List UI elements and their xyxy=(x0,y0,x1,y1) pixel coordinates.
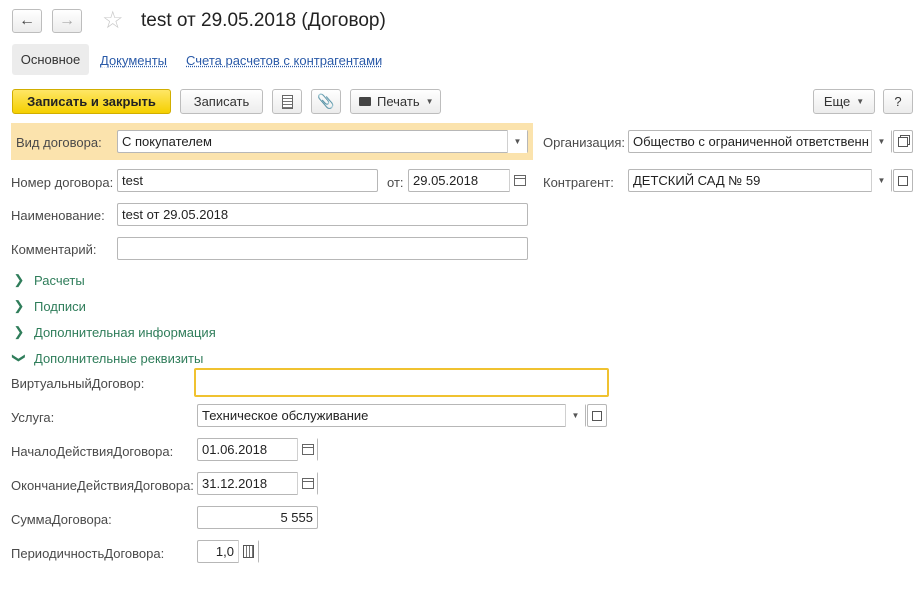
section-additional-props[interactable]: ❯ Дополнительные реквизиты xyxy=(12,350,203,366)
favorite-star-icon[interactable]: ☆ xyxy=(102,6,124,35)
end-date-value: 31.12.2018 xyxy=(202,476,268,491)
calendar-icon xyxy=(513,175,526,186)
contract-type-value: С покупателем xyxy=(122,134,212,149)
chevron-down-icon: ▼ xyxy=(877,176,886,185)
chevron-right-icon: ❯ xyxy=(13,272,25,287)
service-open-button[interactable] xyxy=(587,404,607,427)
contract-number-input[interactable]: test xyxy=(117,169,378,192)
section-signatures[interactable]: ❯ Подписи xyxy=(12,298,86,314)
service-label: Услуга: xyxy=(11,410,55,425)
calculator-icon xyxy=(243,545,254,558)
calendar-icon xyxy=(301,478,314,489)
virtual-contract-input[interactable] xyxy=(194,368,609,397)
tab-documents[interactable]: Документы xyxy=(100,53,167,68)
save-button[interactable]: Записать xyxy=(180,89,263,114)
contract-type-label: Вид договора: xyxy=(16,135,102,150)
counterparty-select[interactable]: ДЕТСКИЙ САД № 59 xyxy=(628,169,892,192)
calendar-icon xyxy=(301,444,314,455)
arrow-left-icon: ← xyxy=(19,12,35,29)
contract-number-label: Номер договора: xyxy=(11,175,114,190)
organization-label: Организация: xyxy=(543,135,626,150)
periodicity-label: ПериодичностьДоговора: xyxy=(11,546,165,561)
start-date-calendar-button[interactable] xyxy=(297,438,317,461)
arrow-right-icon: → xyxy=(59,12,75,29)
printer-icon xyxy=(359,97,371,106)
document-list-button[interactable] xyxy=(272,89,302,114)
chevron-down-icon: ▼ xyxy=(877,137,886,146)
chevron-down-icon: ▼ xyxy=(425,97,434,106)
contract-type-select[interactable]: С покупателем xyxy=(117,130,528,153)
comment-input[interactable] xyxy=(117,237,528,260)
contract-type-dropdown-button[interactable]: ▼ xyxy=(507,130,527,153)
section-additional-info[interactable]: ❯ Дополнительная информация xyxy=(12,324,216,340)
counterparty-value: ДЕТСКИЙ САД № 59 xyxy=(633,173,761,188)
chevron-right-icon: ❯ xyxy=(13,298,25,313)
contract-sum-label: СуммаДоговора: xyxy=(11,512,112,527)
chevron-down-icon: ❯ xyxy=(12,352,27,364)
more-button[interactable]: Еще ▼ xyxy=(813,89,875,114)
name-value: test от 29.05.2018 xyxy=(122,207,229,222)
help-button[interactable]: ? xyxy=(883,89,913,114)
service-select[interactable]: Техническое обслуживание xyxy=(197,404,586,427)
chevron-down-icon: ▼ xyxy=(856,97,865,106)
organization-value: Общество с ограниченной ответственн xyxy=(633,134,869,149)
periodicity-value: 1,0 xyxy=(215,544,234,559)
counterparty-open-button[interactable] xyxy=(893,169,913,192)
print-label: Печать xyxy=(377,94,420,109)
counterparty-dropdown-button[interactable]: ▼ xyxy=(871,169,891,192)
chevron-down-icon: ▼ xyxy=(513,137,522,146)
more-label: Еще xyxy=(823,94,851,109)
contract-date-value: 29.05.2018 xyxy=(413,173,479,188)
organization-dropdown-button[interactable]: ▼ xyxy=(871,130,891,153)
section-additional-props-label: Дополнительные реквизиты xyxy=(34,350,204,366)
open-window-icon xyxy=(898,175,908,186)
open-window-icon xyxy=(592,410,602,421)
save-and-close-button[interactable]: Записать и закрыть xyxy=(12,89,171,114)
back-button[interactable]: ← xyxy=(12,9,42,33)
list-icon xyxy=(281,94,293,109)
contract-sum-input[interactable]: 5 555 xyxy=(197,506,318,529)
organization-select[interactable]: Общество с ограниченной ответственн xyxy=(628,130,892,153)
section-signatures-label: Подписи xyxy=(34,298,86,314)
forward-button[interactable]: → xyxy=(52,9,82,33)
chevron-right-icon: ❯ xyxy=(13,324,25,339)
section-additional-info-label: Дополнительная информация xyxy=(34,324,216,340)
start-date-value: 01.06.2018 xyxy=(202,442,268,457)
print-button[interactable]: Печать ▼ xyxy=(350,89,441,114)
name-input[interactable]: test от 29.05.2018 xyxy=(117,203,528,226)
periodicity-calculator-button[interactable] xyxy=(238,540,258,563)
end-date-calendar-button[interactable] xyxy=(297,472,317,495)
start-date-label: НачалоДействияДоговора: xyxy=(11,444,174,459)
virtual-contract-label: ВиртуальныйДоговор: xyxy=(11,376,145,391)
tab-main[interactable]: Основное xyxy=(12,44,89,75)
chevron-down-icon: ▼ xyxy=(571,411,580,420)
contract-number-value: test xyxy=(122,173,143,188)
tab-settlement-accounts[interactable]: Счета расчетов с контрагентами xyxy=(186,53,382,68)
contract-sum-value: 5 555 xyxy=(280,510,313,525)
contract-date-calendar-button[interactable] xyxy=(509,169,529,192)
attach-files-button[interactable]: 📎 xyxy=(311,89,341,114)
open-window-icon xyxy=(898,136,908,147)
date-from-label: от: xyxy=(387,175,404,190)
counterparty-label: Контрагент: xyxy=(543,175,614,190)
section-payments-label: Расчеты xyxy=(34,272,85,288)
page-title: test от 29.05.2018 (Договор) xyxy=(141,10,386,31)
section-payments[interactable]: ❯ Расчеты xyxy=(12,272,85,288)
service-dropdown-button[interactable]: ▼ xyxy=(565,404,585,427)
organization-open-button[interactable] xyxy=(893,130,913,153)
name-label: Наименование: xyxy=(11,208,105,223)
paperclip-icon: 📎 xyxy=(317,93,335,109)
comment-label: Комментарий: xyxy=(11,242,97,257)
end-date-label: ОкончаниеДействияДоговора: xyxy=(11,478,194,493)
service-value: Техническое обслуживание xyxy=(202,408,369,423)
